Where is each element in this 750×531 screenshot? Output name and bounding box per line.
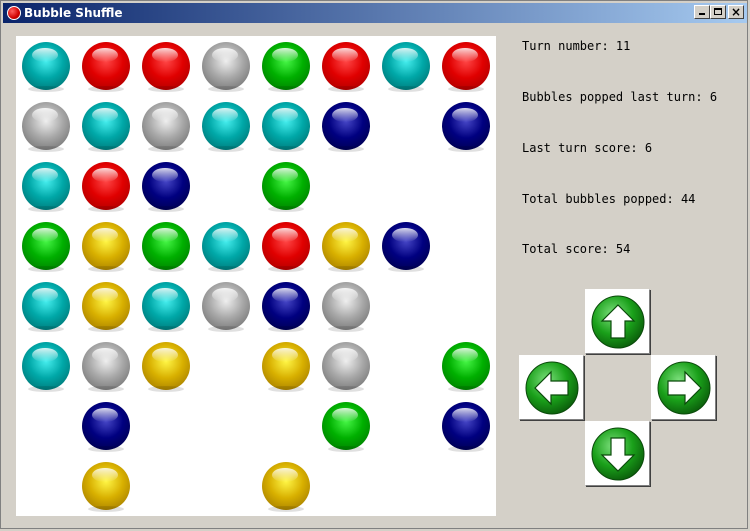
bubble-cyan[interactable] bbox=[22, 162, 70, 212]
move-right-button[interactable] bbox=[651, 355, 716, 420]
app-bubble-icon[interactable] bbox=[7, 6, 21, 20]
move-left-button[interactable] bbox=[519, 355, 584, 420]
window-title: Bubble Shuffle bbox=[24, 6, 123, 20]
bubble-green[interactable] bbox=[442, 342, 490, 392]
bubble-red[interactable] bbox=[262, 222, 310, 272]
bubble-red[interactable] bbox=[142, 42, 190, 92]
app-window: Bubble Shuffle × Turn number: 11 Bubbles… bbox=[0, 0, 748, 529]
arrow-right-icon bbox=[657, 361, 711, 415]
bubble-navy[interactable] bbox=[82, 402, 130, 452]
bubble-yellow[interactable] bbox=[82, 222, 130, 272]
move-down-button[interactable] bbox=[585, 421, 650, 486]
bubble-yellow[interactable] bbox=[322, 222, 370, 272]
bubble-cyan[interactable] bbox=[382, 42, 430, 92]
bubble-navy[interactable] bbox=[322, 102, 370, 152]
turn-number-label: Turn number: 11 bbox=[522, 39, 631, 53]
bubble-cyan[interactable] bbox=[202, 102, 250, 152]
bubble-navy[interactable] bbox=[442, 402, 490, 452]
bubble-navy[interactable] bbox=[262, 282, 310, 332]
bubble-yellow[interactable] bbox=[262, 342, 310, 392]
bubble-cyan[interactable] bbox=[22, 42, 70, 92]
bubble-cyan[interactable] bbox=[22, 282, 70, 332]
bubble-gray[interactable] bbox=[202, 42, 250, 92]
bubble-green[interactable] bbox=[262, 42, 310, 92]
arrow-up-icon bbox=[591, 295, 645, 349]
bubble-green[interactable] bbox=[22, 222, 70, 272]
bubble-yellow[interactable] bbox=[82, 462, 130, 512]
bubble-red[interactable] bbox=[322, 42, 370, 92]
bubble-gray[interactable] bbox=[82, 342, 130, 392]
bubble-board[interactable] bbox=[16, 36, 496, 516]
last-turn-score-label: Last turn score: 6 bbox=[522, 141, 653, 155]
bubble-cyan[interactable] bbox=[142, 282, 190, 332]
bubble-navy[interactable] bbox=[142, 162, 190, 212]
close-icon: × bbox=[730, 5, 742, 19]
bubble-cyan[interactable] bbox=[202, 222, 250, 272]
bubble-cyan[interactable] bbox=[22, 342, 70, 392]
bubble-navy[interactable] bbox=[442, 102, 490, 152]
move-up-button[interactable] bbox=[585, 289, 650, 354]
total-score-label: Total score: 54 bbox=[522, 242, 631, 256]
bubble-gray[interactable] bbox=[202, 282, 250, 332]
bubble-green[interactable] bbox=[322, 402, 370, 452]
maximize-icon bbox=[714, 8, 722, 15]
bubble-yellow[interactable] bbox=[262, 462, 310, 512]
bubble-gray[interactable] bbox=[322, 342, 370, 392]
bubble-gray[interactable] bbox=[22, 102, 70, 152]
bubble-green[interactable] bbox=[262, 162, 310, 212]
close-button[interactable]: × bbox=[728, 5, 744, 19]
minimize-icon bbox=[699, 13, 705, 15]
bubbles-popped-last-turn-label: Bubbles popped last turn: 6 bbox=[522, 90, 718, 104]
bubble-green[interactable] bbox=[142, 222, 190, 272]
bubble-gray[interactable] bbox=[322, 282, 370, 332]
bubble-cyan[interactable] bbox=[82, 102, 130, 152]
bubble-gray[interactable] bbox=[142, 102, 190, 152]
arrow-down-icon bbox=[591, 427, 645, 481]
bubble-red[interactable] bbox=[82, 162, 130, 212]
arrow-left-icon bbox=[525, 361, 579, 415]
bubble-red[interactable] bbox=[442, 42, 490, 92]
maximize-button[interactable] bbox=[710, 5, 726, 19]
bubble-cyan[interactable] bbox=[262, 102, 310, 152]
minimize-button[interactable] bbox=[694, 5, 710, 19]
bubble-yellow[interactable] bbox=[142, 342, 190, 392]
bubble-navy[interactable] bbox=[382, 222, 430, 272]
bubble-red[interactable] bbox=[82, 42, 130, 92]
title-bar[interactable]: Bubble Shuffle × bbox=[3, 3, 747, 23]
total-bubbles-popped-label: Total bubbles popped: 44 bbox=[522, 192, 696, 206]
bubble-yellow[interactable] bbox=[82, 282, 130, 332]
